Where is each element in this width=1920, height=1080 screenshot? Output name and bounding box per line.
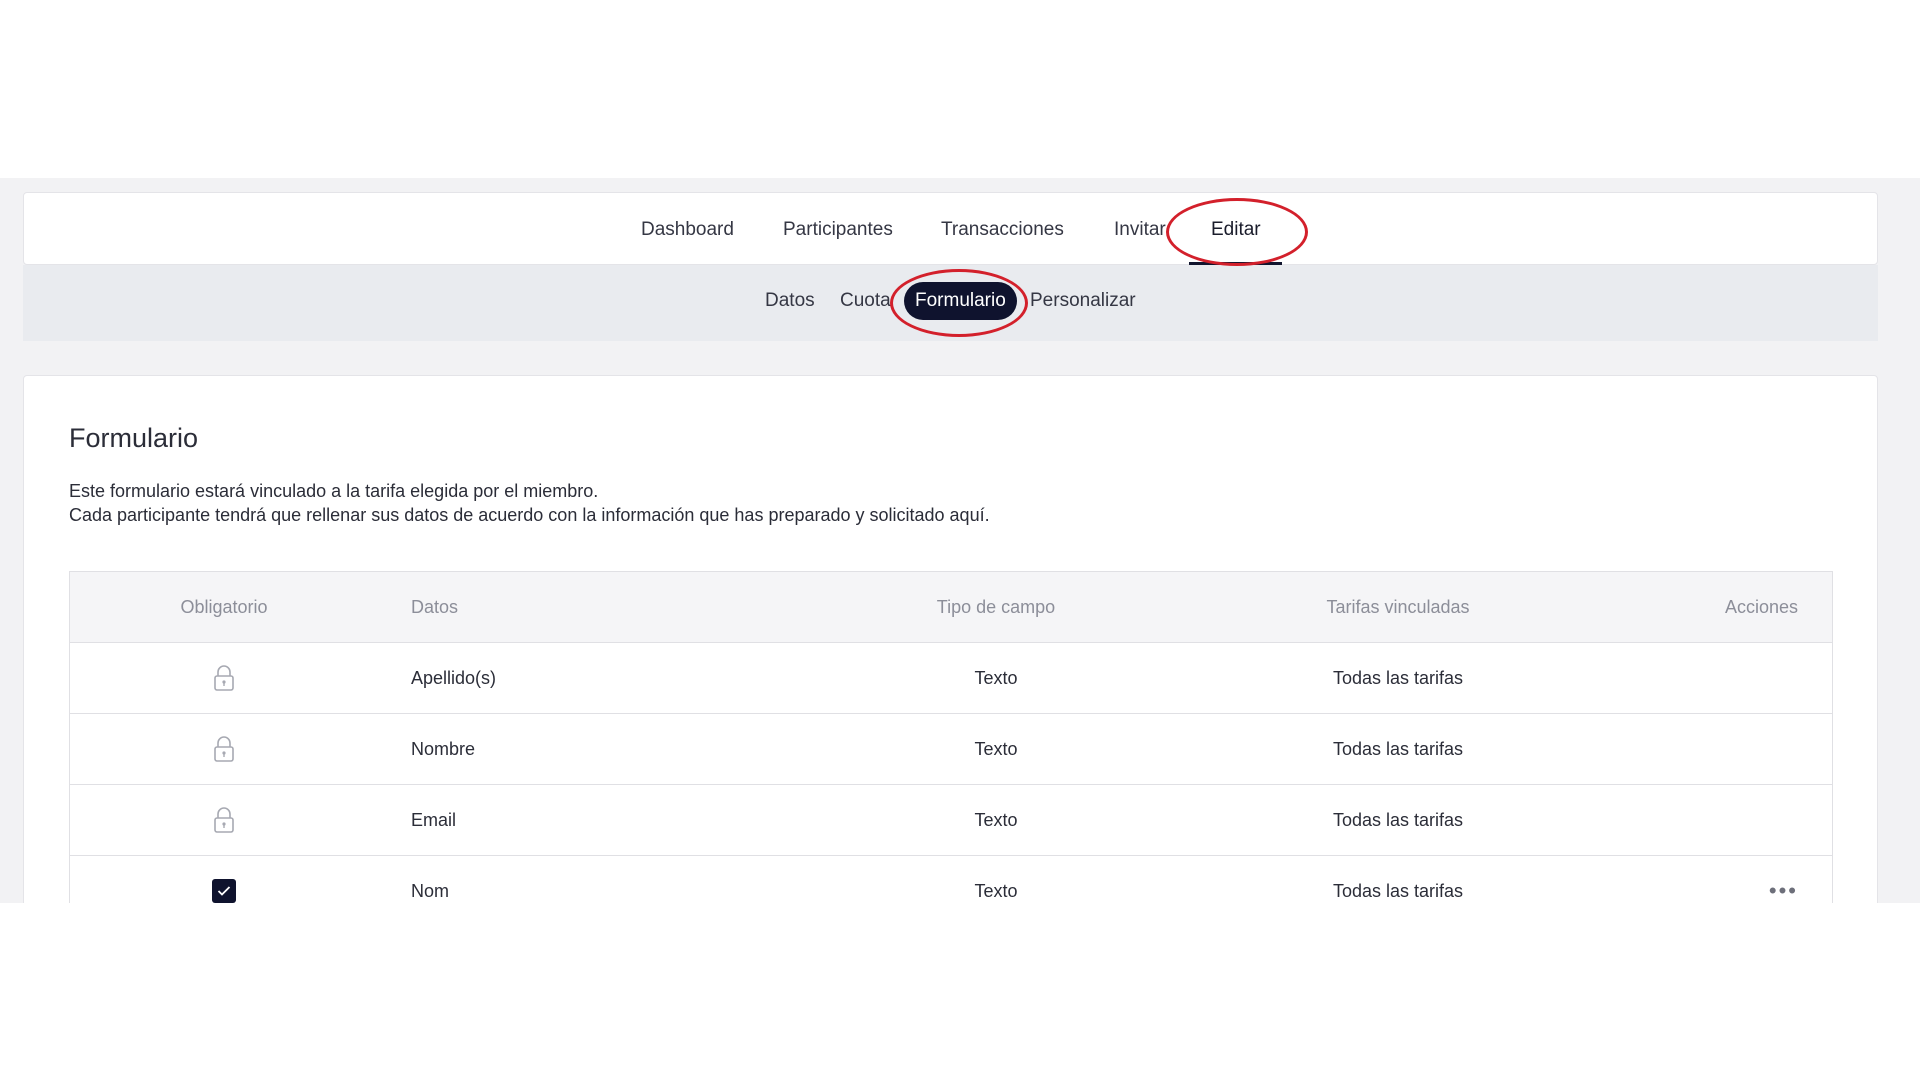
checkbox-checked-icon[interactable] bbox=[212, 879, 236, 903]
header-acciones: Acciones bbox=[1724, 596, 1798, 617]
header-obligatorio: Obligatorio bbox=[180, 596, 268, 617]
tipo-cell: Texto bbox=[974, 667, 1018, 688]
lock-icon bbox=[213, 735, 235, 763]
app-area: Dashboard Participantes Transacciones In… bbox=[0, 178, 1920, 903]
table-row: Nom Texto Todas las tarifas ••• bbox=[70, 856, 1832, 903]
tipo-cell: Texto bbox=[974, 809, 1018, 830]
tarifas-cell: Todas las tarifas bbox=[1332, 880, 1464, 901]
lock-icon bbox=[213, 664, 235, 692]
header-tarifas: Tarifas vinculadas bbox=[1326, 596, 1470, 617]
description-line-1: Este formulario estará vinculado a la ta… bbox=[69, 481, 599, 501]
tab-dashboard[interactable]: Dashboard bbox=[641, 219, 734, 241]
table-row: Apellido(s) Texto Todas las tarifas bbox=[70, 643, 1832, 714]
subtab-cuota[interactable]: Cuota bbox=[840, 290, 891, 312]
subtab-personalizar[interactable]: Personalizar bbox=[1030, 290, 1136, 312]
tab-participantes[interactable]: Participantes bbox=[783, 219, 893, 241]
obligatorio-cell bbox=[70, 714, 378, 784]
tab-transacciones[interactable]: Transacciones bbox=[941, 219, 1064, 241]
sub-nav: Datos Cuota Formulario Personalizar bbox=[23, 265, 1878, 341]
obligatorio-cell bbox=[70, 785, 378, 855]
table-row: Email Texto Todas las tarifas bbox=[70, 785, 1832, 856]
subtab-datos[interactable]: Datos bbox=[765, 290, 815, 312]
datos-cell: Email bbox=[411, 809, 457, 830]
obligatorio-cell bbox=[70, 856, 378, 903]
tab-editar[interactable]: Editar bbox=[1211, 219, 1261, 241]
description-line-2: Cada participante tendrá que rellenar su… bbox=[69, 505, 990, 525]
tab-invitar[interactable]: Invitar bbox=[1114, 219, 1166, 241]
tipo-cell: Texto bbox=[974, 880, 1018, 901]
lock-icon bbox=[213, 806, 235, 834]
header-tipo-campo: Tipo de campo bbox=[936, 596, 1056, 617]
fields-table: Obligatorio Datos Tipo de campo Tarifas … bbox=[69, 571, 1833, 903]
main-nav: Dashboard Participantes Transacciones In… bbox=[23, 192, 1878, 266]
table-header: Obligatorio Datos Tipo de campo Tarifas … bbox=[70, 572, 1832, 643]
actions-cell: ••• bbox=[1769, 856, 1798, 903]
form-description: Este formulario estará vinculado a la ta… bbox=[69, 479, 990, 527]
page-title: Formulario bbox=[69, 423, 199, 453]
tarifas-cell: Todas las tarifas bbox=[1332, 667, 1464, 688]
more-horizontal-icon[interactable]: ••• bbox=[1769, 878, 1798, 903]
datos-cell: Nombre bbox=[411, 738, 476, 759]
table-row: Nombre Texto Todas las tarifas bbox=[70, 714, 1832, 785]
datos-cell: Apellido(s) bbox=[411, 667, 497, 688]
tarifas-cell: Todas las tarifas bbox=[1332, 809, 1464, 830]
obligatorio-cell bbox=[70, 643, 378, 713]
header-datos: Datos bbox=[411, 596, 459, 617]
tipo-cell: Texto bbox=[974, 738, 1018, 759]
tarifas-cell: Todas las tarifas bbox=[1332, 738, 1464, 759]
datos-cell: Nom bbox=[411, 880, 450, 901]
subtab-formulario[interactable]: Formulario bbox=[904, 282, 1017, 320]
